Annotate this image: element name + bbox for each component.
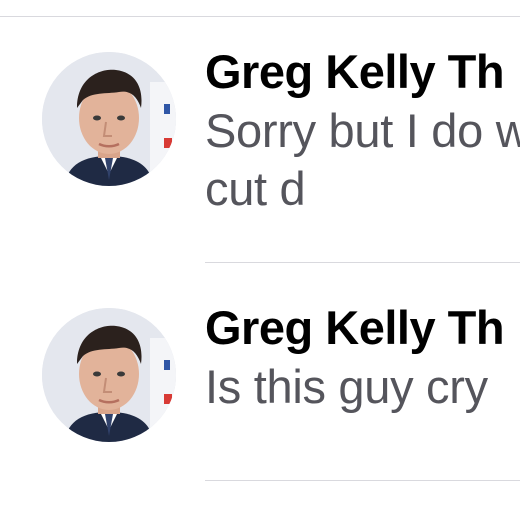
sender-name: Greg Kelly Th (205, 301, 505, 354)
top-divider (0, 16, 520, 17)
profile-photo-icon (42, 308, 176, 442)
row-divider (205, 262, 520, 263)
avatar[interactable] (42, 308, 176, 442)
message-list-screen: Greg Kelly Th Sorry but I do was ever cu… (0, 0, 520, 520)
row-divider (205, 480, 520, 481)
sender-name: Greg Kelly Th (205, 45, 505, 98)
profile-photo-icon (42, 52, 176, 186)
message-preview: Is this guy cry (205, 360, 488, 413)
avatar[interactable] (42, 52, 176, 186)
message-preview: Sorry but I do was ever cut d (205, 104, 520, 215)
